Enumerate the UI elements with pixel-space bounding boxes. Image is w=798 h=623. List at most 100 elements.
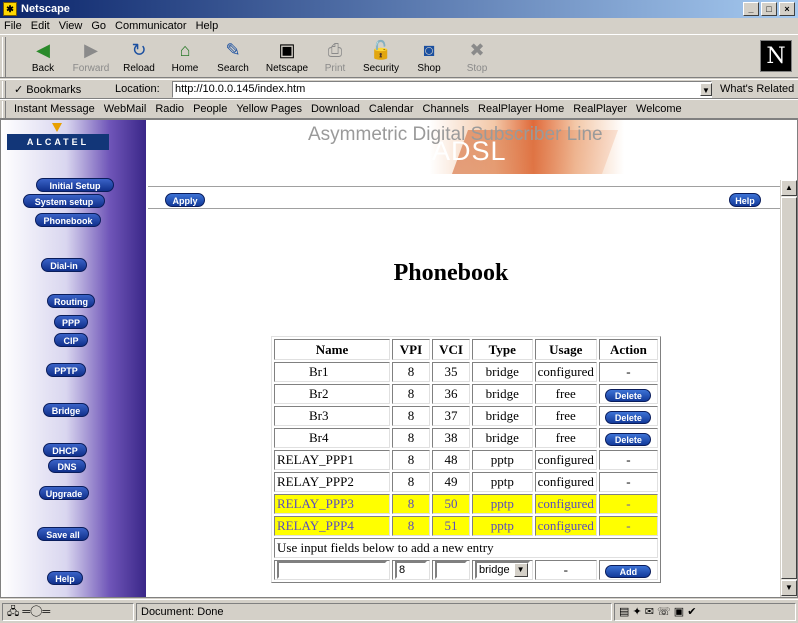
- header-vpi: VPI: [392, 339, 430, 360]
- nav-help[interactable]: Help: [47, 571, 83, 585]
- nav-pptp[interactable]: PPTP: [46, 363, 86, 377]
- cell-vci: 49: [432, 472, 470, 492]
- bookmark-instant-message[interactable]: Instant Message: [14, 103, 95, 115]
- search-icon: ✎: [225, 40, 241, 60]
- bookmarks-button[interactable]: ✓ Bookmarks: [14, 83, 81, 96]
- nav-routing[interactable]: Routing: [47, 294, 95, 308]
- nav-dhcp[interactable]: DHCP: [43, 443, 87, 457]
- cell-action: -: [598, 450, 658, 470]
- menu-file[interactable]: File: [4, 20, 22, 32]
- new-type-select[interactable]: bridge ▼: [475, 561, 530, 579]
- cell-new-type: bridge ▼: [472, 560, 533, 581]
- search-button[interactable]: ✎ Search: [208, 37, 258, 77]
- cell-action: -: [598, 516, 658, 536]
- bookmark-calendar[interactable]: Calendar: [369, 103, 414, 115]
- cell-action: Delete: [598, 406, 658, 426]
- nav-initial-setup[interactable]: Initial Setup: [36, 178, 114, 192]
- menu-go[interactable]: Go: [91, 20, 106, 32]
- home-button[interactable]: ⌂ Home: [160, 37, 210, 77]
- bookmark-channels[interactable]: Channels: [423, 103, 469, 115]
- page-title: Phonebook: [393, 260, 509, 286]
- bookmark-welcome[interactable]: Welcome: [636, 103, 682, 115]
- component-icons[interactable]: ▤ ✦ ✉ ☏ ▣ ✔: [619, 606, 696, 618]
- bookmark-radio[interactable]: Radio: [155, 103, 184, 115]
- bookmark-people[interactable]: People: [193, 103, 227, 115]
- new-name-input[interactable]: [277, 561, 387, 580]
- nav-upgrade[interactable]: Upgrade: [39, 486, 89, 500]
- reload-button[interactable]: ↻ Reload: [114, 37, 164, 77]
- cell-name: RELAY_PPP2: [274, 472, 390, 492]
- cell-vci: 50: [432, 494, 470, 514]
- menu-view[interactable]: View: [59, 20, 83, 32]
- cell-vpi: 8: [392, 384, 430, 404]
- cell-type: pptp: [472, 472, 533, 492]
- bookmark-webmail[interactable]: WebMail: [104, 103, 147, 115]
- bookmark-download[interactable]: Download: [311, 103, 360, 115]
- new-vpi-input[interactable]: 8: [395, 561, 427, 580]
- cell-vpi: 8: [392, 516, 430, 536]
- menu-help[interactable]: Help: [196, 20, 219, 32]
- nav-dial-in[interactable]: Dial-in: [41, 258, 87, 272]
- toolbar-grip[interactable]: [2, 37, 6, 77]
- nav-dns[interactable]: DNS: [48, 459, 86, 473]
- nav-phonebook[interactable]: Phonebook: [35, 213, 101, 227]
- stop-button[interactable]: ✖ Stop: [452, 37, 502, 77]
- nav-bridge[interactable]: Bridge: [43, 403, 89, 417]
- delete-button[interactable]: Delete: [605, 388, 652, 402]
- nav-system-setup[interactable]: System setup: [23, 194, 105, 208]
- minimize-button[interactable]: _: [743, 2, 759, 16]
- back-icon: ◀: [36, 40, 50, 60]
- netscape-logo[interactable]: N: [760, 40, 792, 72]
- connection-indicator: 🖧 ═◯═: [2, 603, 134, 621]
- cell-usage: free: [534, 428, 597, 448]
- personal-grip[interactable]: [2, 101, 6, 118]
- alcatel-logo-mark: [52, 123, 62, 132]
- table-row: Br3 8 37 bridge free Delete: [274, 406, 658, 426]
- cell-action: -: [598, 362, 658, 382]
- bookmark-realplayer[interactable]: RealPlayer: [573, 103, 627, 115]
- chevron-down-icon[interactable]: ▼: [513, 563, 528, 577]
- delete-button[interactable]: Delete: [605, 432, 652, 446]
- cell-new-action: Add: [598, 560, 658, 581]
- netscape-button[interactable]: ▣ Netscape: [262, 37, 312, 77]
- cell-action: -: [598, 494, 658, 514]
- add-button[interactable]: Add: [605, 564, 652, 578]
- cell-vci: 35: [432, 362, 470, 382]
- bookmark-realplayer-home[interactable]: RealPlayer Home: [478, 103, 564, 115]
- location-grip[interactable]: [2, 81, 6, 98]
- table-row: Br4 8 38 bridge free Delete: [274, 428, 658, 448]
- back-button[interactable]: ◀ Back: [18, 37, 68, 77]
- new-vci-input[interactable]: [435, 561, 467, 580]
- bookmark-yellow-pages[interactable]: Yellow Pages: [236, 103, 302, 115]
- location-input[interactable]: http://10.0.0.145/index.htm: [172, 81, 712, 98]
- cell-new-usage: -: [534, 560, 597, 581]
- whats-related-button[interactable]: What's Related: [720, 83, 794, 95]
- cell-new-name: [274, 560, 390, 581]
- delete-button[interactable]: Delete: [605, 410, 652, 424]
- security-lock-icon[interactable]: 🖧 ═◯═: [7, 606, 50, 618]
- print-button[interactable]: ⎙ Print: [310, 37, 360, 77]
- maximize-button[interactable]: □: [761, 2, 777, 16]
- scroll-down-icon[interactable]: ▼: [781, 580, 797, 596]
- cell-name: RELAY_PPP3: [274, 494, 390, 514]
- scroll-thumb[interactable]: [781, 197, 797, 579]
- nav-ppp[interactable]: PPP: [54, 315, 88, 329]
- nav-save-all[interactable]: Save all: [37, 527, 89, 541]
- menu-communicator[interactable]: Communicator: [115, 20, 187, 32]
- title-bar: ✱ Netscape _ □ ×: [0, 0, 798, 18]
- status-text: Document: Done: [136, 603, 612, 621]
- forward-button[interactable]: ▶ Forward: [66, 37, 116, 77]
- apply-button[interactable]: Apply: [165, 193, 205, 207]
- security-button[interactable]: 🔓 Security: [356, 37, 406, 77]
- shop-button[interactable]: ◙ Shop: [404, 37, 454, 77]
- cell-vci: 36: [432, 384, 470, 404]
- menu-edit[interactable]: Edit: [31, 20, 50, 32]
- close-button[interactable]: ×: [779, 2, 795, 16]
- nav-cip[interactable]: CIP: [54, 333, 88, 347]
- scroll-up-icon[interactable]: ▲: [781, 180, 797, 196]
- vertical-scrollbar[interactable]: ▲ ▼: [780, 180, 797, 597]
- cell-type: pptp: [472, 494, 533, 514]
- help-button[interactable]: Help: [729, 193, 761, 207]
- page-content: ALCATEL Initial Setup System setup Phone…: [0, 119, 798, 598]
- chevron-down-icon[interactable]: ▼: [700, 83, 712, 96]
